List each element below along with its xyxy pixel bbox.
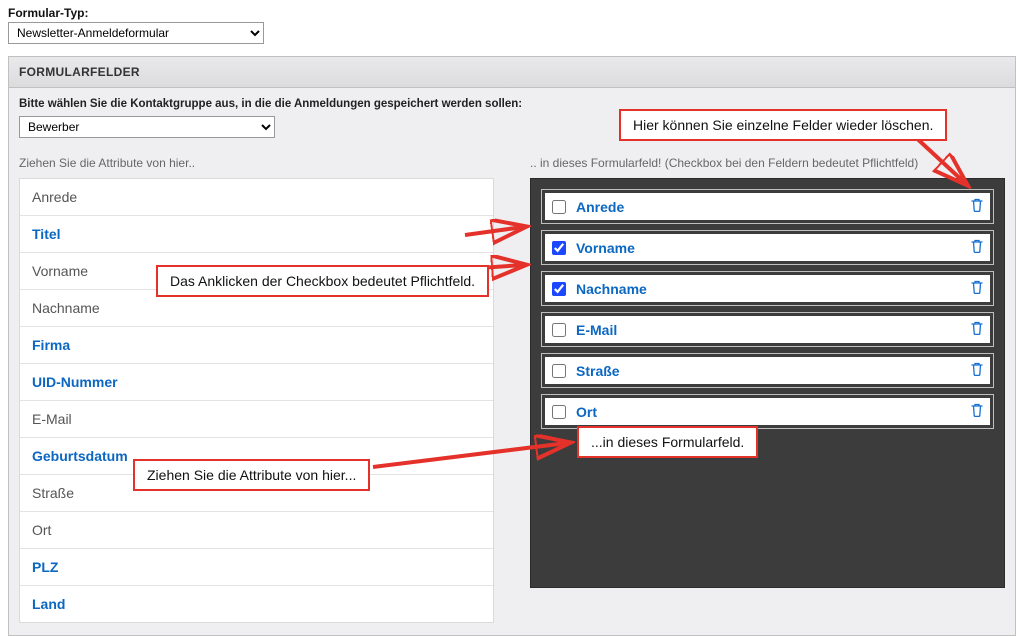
trash-icon[interactable] <box>971 403 983 420</box>
form-field-label: Anrede <box>576 199 971 215</box>
source-attribute[interactable]: Anrede <box>20 179 493 216</box>
form-field-row[interactable]: Nachname <box>541 271 994 306</box>
source-attribute[interactable]: Geburtsdatum <box>20 438 493 475</box>
source-attribute[interactable]: PLZ <box>20 549 493 586</box>
source-attribute[interactable]: Ort <box>20 512 493 549</box>
required-checkbox[interactable] <box>552 364 566 378</box>
required-checkbox[interactable] <box>552 200 566 214</box>
form-field-label: Nachname <box>576 281 971 297</box>
contact-group-instruction: Bitte wählen Sie die Kontaktgruppe aus, … <box>19 98 1005 110</box>
form-field-label: Ort <box>576 404 971 420</box>
source-attribute[interactable]: E-Mail <box>20 401 493 438</box>
form-type-select[interactable]: Newsletter-Anmeldeformular <box>8 22 264 44</box>
form-field-row[interactable]: Straße <box>541 353 994 388</box>
source-attribute[interactable]: UID-Nummer <box>20 364 493 401</box>
source-attribute[interactable]: Nachname <box>20 290 493 327</box>
form-field-row[interactable]: Vorname <box>541 230 994 265</box>
form-type-label: Formular-Typ: <box>8 6 1016 20</box>
panel-title: FORMULARFELDER <box>9 57 1015 88</box>
source-attribute[interactable]: Straße <box>20 475 493 512</box>
trash-icon[interactable] <box>971 280 983 297</box>
trash-icon[interactable] <box>971 362 983 379</box>
trash-icon[interactable] <box>971 239 983 256</box>
trash-icon[interactable] <box>971 198 983 215</box>
form-field-row[interactable]: E-Mail <box>541 312 994 347</box>
formularfelder-panel: FORMULARFELDER Bitte wählen Sie die Kont… <box>8 56 1016 636</box>
form-field-row[interactable]: Anrede <box>541 189 994 224</box>
required-checkbox[interactable] <box>552 241 566 255</box>
source-attribute[interactable]: Titel <box>20 216 493 253</box>
required-checkbox[interactable] <box>552 323 566 337</box>
trash-icon[interactable] <box>971 321 983 338</box>
drag-hint-right: .. in dieses Formularfeld! (Checkbox bei… <box>530 156 1005 170</box>
drag-hint-left: Ziehen Sie die Attribute von hier.. <box>19 156 494 170</box>
source-attribute[interactable]: Firma <box>20 327 493 364</box>
source-attribute-list: AnredeTitelVornameNachnameFirmaUID-Numme… <box>19 178 494 623</box>
form-field-label: Vorname <box>576 240 971 256</box>
form-field-label: E-Mail <box>576 322 971 338</box>
required-checkbox[interactable] <box>552 405 566 419</box>
form-field-label: Straße <box>576 363 971 379</box>
source-attribute[interactable]: Land <box>20 586 493 622</box>
contact-group-select[interactable]: Bewerber <box>19 116 275 138</box>
form-field-row[interactable]: Ort <box>541 394 994 429</box>
form-field-drop-area[interactable]: Anrede Vorname Nachname E-Mail Straße Ort <box>530 178 1005 588</box>
required-checkbox[interactable] <box>552 282 566 296</box>
source-attribute[interactable]: Vorname <box>20 253 493 290</box>
